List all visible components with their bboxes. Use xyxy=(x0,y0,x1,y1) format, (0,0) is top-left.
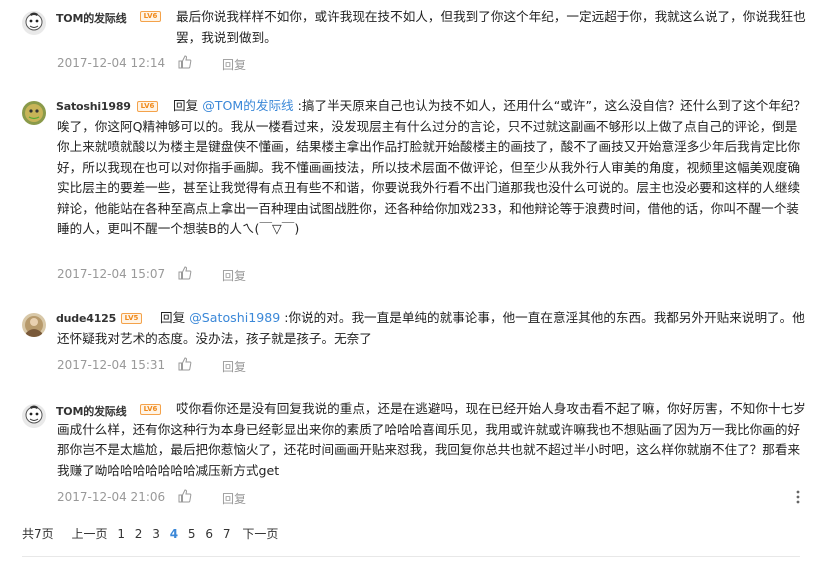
satoshi-avatar-icon xyxy=(22,101,46,125)
reply-prefix: 回复 xyxy=(173,98,203,113)
page-link-2[interactable]: 2 xyxy=(135,527,143,541)
page-link-current: 4 xyxy=(169,527,179,541)
divider xyxy=(22,556,800,557)
thumbs-up-icon[interactable] xyxy=(178,489,192,503)
avatar[interactable] xyxy=(22,11,46,35)
avatar[interactable] xyxy=(22,404,46,428)
comment-text: 最后你说我样样不如你，或许我现在技不如人，但我到了你这个年纪，一定远超于你，我就… xyxy=(176,7,806,48)
mention-link[interactable]: @Satoshi1989 xyxy=(189,310,280,325)
comment-body: :搞了半天原来自己也认为技不如人，还用什么“或许”，这么没自信？还什么到了这个年… xyxy=(57,98,807,236)
reply-button[interactable]: 回复 xyxy=(222,267,246,284)
reply-button[interactable]: 回复 xyxy=(222,358,246,375)
level-badge: LV6 xyxy=(140,11,161,22)
page-link-6[interactable]: 6 xyxy=(205,527,213,541)
comment-body: 最后你说我样样不如你，或许我现在技不如人，但我到了你这个年纪，一定远超于你，我就… xyxy=(176,9,806,45)
mention-link[interactable]: @TOM的发际线 xyxy=(202,98,293,113)
thumbs-up-icon[interactable] xyxy=(178,357,192,371)
page-link-5[interactable]: 5 xyxy=(188,527,196,541)
comment-text: 回复 @TOM的发际线 :搞了半天原来自己也认为技不如人，还用什么“或许”，这么… xyxy=(57,96,809,240)
dude-avatar-icon xyxy=(22,313,46,337)
comment-text: 哎你看你还是没有回复我说的重点，还是在逃避吗，现在已经开始人身攻击看不起了嘛，你… xyxy=(57,399,809,481)
comment-date: 2017-12-04 21:06 xyxy=(57,490,166,504)
avatar[interactable] xyxy=(22,101,46,125)
tom-avatar-icon xyxy=(22,11,46,35)
page-total: 共7页 xyxy=(22,527,54,541)
comment-body: 哎你看你还是没有回复我说的重点，还是在逃避吗，现在已经开始人身攻击看不起了嘛，你… xyxy=(57,401,806,478)
reply-button[interactable]: 回复 xyxy=(222,56,246,73)
thumbs-up-icon[interactable] xyxy=(178,266,192,280)
reply-button[interactable]: 回复 xyxy=(222,490,246,507)
page-link-1[interactable]: 1 xyxy=(117,527,125,541)
comment-date: 2017-12-04 12:14 xyxy=(57,56,166,70)
next-page-link[interactable]: 下一页 xyxy=(242,525,278,542)
comment-text: 回复 @Satoshi1989 :你说的对。我一直是单纯的就事论事，他一直在意淫… xyxy=(57,308,809,349)
page-link-3[interactable]: 3 xyxy=(152,527,160,541)
tom-avatar-icon xyxy=(22,404,46,428)
page-link-7[interactable]: 7 xyxy=(223,527,231,541)
comment-date: 2017-12-04 15:07 xyxy=(57,267,166,281)
prev-page-link[interactable]: 上一页 xyxy=(71,525,107,542)
pagination: 共7页 上一页 1 2 3 4 5 6 7 下一页 xyxy=(22,525,278,542)
username[interactable]: TOM的发际线 xyxy=(56,10,127,26)
reply-prefix: 回复 xyxy=(160,310,190,325)
avatar[interactable] xyxy=(22,313,46,337)
more-options-icon[interactable] xyxy=(795,489,801,505)
comment-date: 2017-12-04 15:31 xyxy=(57,358,166,372)
thumbs-up-icon[interactable] xyxy=(178,55,192,69)
